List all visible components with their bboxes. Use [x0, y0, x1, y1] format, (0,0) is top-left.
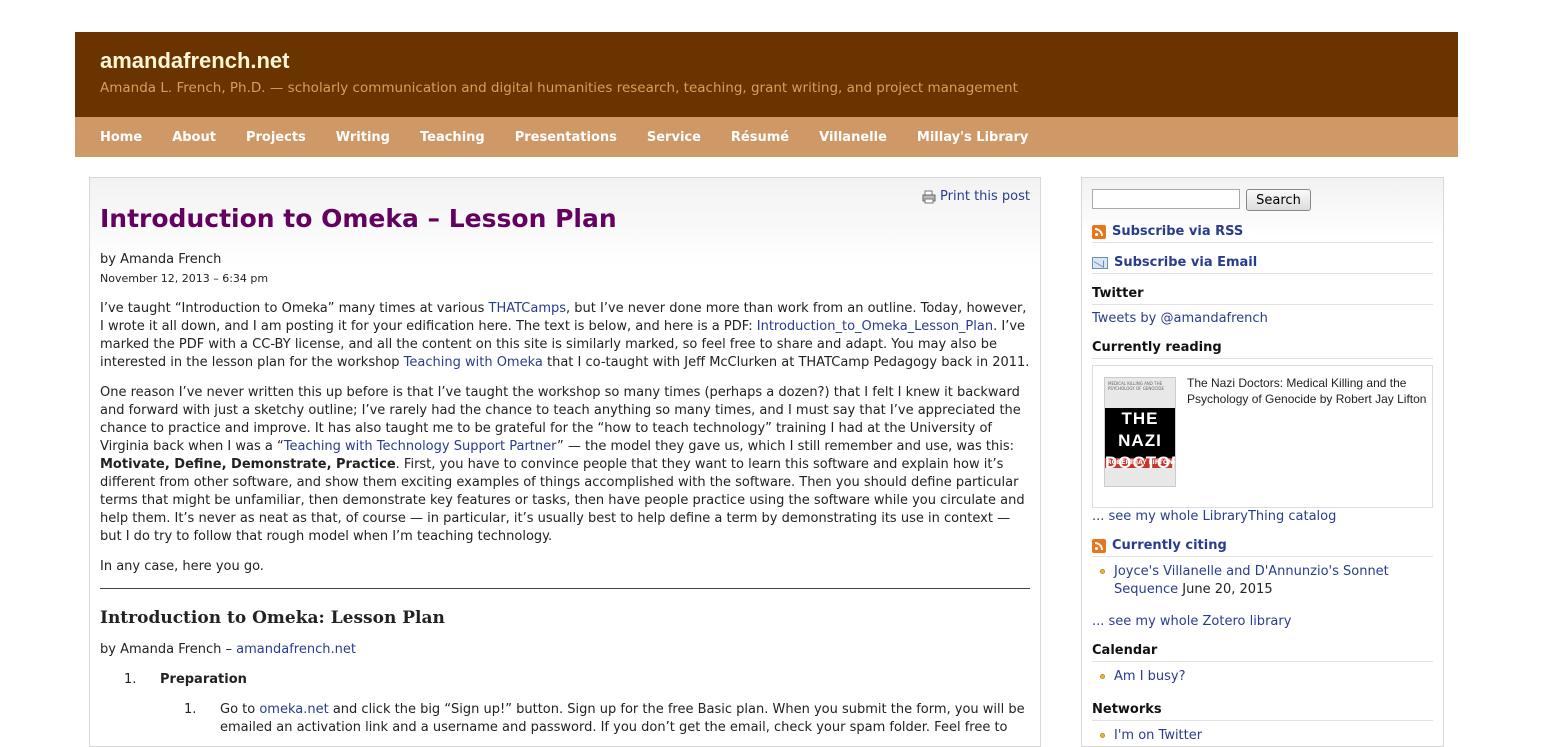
third-paragraph: In any case, here you go.	[100, 559, 264, 574]
citing-item-date: June 20, 2015	[1178, 582, 1273, 597]
lesson-plan-heading: Introduction to Omeka: Lesson Plan	[100, 608, 445, 628]
list-item: Joyce's Villanelle and D'Annunzio's Sonn…	[1092, 563, 1433, 599]
model-bold: Motivate, Define, Demonstrate, Practice	[100, 457, 396, 472]
zotero-row: ... see my whole Zotero library	[1092, 614, 1433, 629]
networks-widget-title: Networks	[1092, 702, 1433, 721]
book-widget: MEDICAL KILLING AND THE PSYCHOLOGY OF GE…	[1092, 365, 1433, 508]
omeka-net-link[interactable]: omeka.net	[259, 702, 328, 717]
nav-writing[interactable]: Writing	[321, 130, 405, 145]
lesson-byline: by Amanda French – amandafrench.net	[100, 641, 1030, 659]
thatcamps-link[interactable]: THATCamps	[489, 301, 567, 316]
book-cover[interactable]: MEDICAL KILLING AND THE PSYCHOLOGY OF GE…	[1104, 377, 1176, 487]
list-number: 1.	[124, 672, 137, 687]
printer-icon	[922, 190, 936, 204]
book-cover-subtitle: MEDICAL KILLING AND THE PSYCHOLOGY OF GE…	[1105, 378, 1175, 408]
list-number: 1.	[184, 702, 197, 717]
twitter-widget-title: Twitter	[1092, 286, 1433, 305]
sidebar: Search Subscribe via RSS Subscribe via E…	[1081, 177, 1444, 747]
print-post-link[interactable]: Print this post	[922, 189, 1030, 204]
list-item: I'm on Twitter	[1092, 727, 1433, 745]
post-container: Print this post Introduction to Omeka – …	[89, 177, 1041, 747]
nav-villanelle[interactable]: Villanelle	[804, 130, 902, 145]
search-button[interactable]: Search	[1246, 189, 1311, 211]
nav-presentations[interactable]: Presentations	[500, 130, 632, 145]
text: that I co-taught with Jeff McClurken at …	[542, 355, 1030, 370]
post-byline: by Amanda French	[100, 252, 222, 267]
list-item: 1. Go to omeka.net and click the big “Si…	[160, 701, 1030, 737]
nav-service[interactable]: Service	[632, 130, 716, 145]
tweets-link[interactable]: Tweets by @amandafrench	[1092, 311, 1268, 326]
site-title[interactable]: amandafrench.net	[100, 48, 290, 74]
print-post-label: Print this post	[940, 189, 1030, 204]
post-date: November 12, 2013 – 6:34 pm	[100, 272, 269, 285]
nav-resume[interactable]: Résumé	[716, 130, 804, 145]
book-cover-author: ROBERT JAY LIFTON	[1105, 458, 1175, 468]
librarything-link[interactable]: ... see my whole LibraryThing catalog	[1092, 509, 1336, 524]
email-icon	[1092, 256, 1108, 269]
subscribe-email-row[interactable]: Subscribe via Email	[1092, 255, 1433, 274]
nav-projects[interactable]: Projects	[231, 130, 321, 145]
intro-paragraph: I’ve taught “Introduction to Omeka” many…	[100, 300, 1030, 372]
reading-widget-title: Currently reading	[1092, 340, 1433, 359]
book-title[interactable]: The Nazi Doctors: Medical Killing and th…	[1187, 375, 1427, 407]
rss-icon	[1092, 224, 1106, 239]
second-paragraph: One reason I’ve never written this up be…	[100, 384, 1030, 546]
pdf-link[interactable]: Introduction_to_Omeka_Lesson_Plan	[757, 319, 993, 334]
currently-citing-row: Currently citing	[1092, 538, 1433, 557]
networks-list-row: I'm on Twitter	[1092, 727, 1433, 745]
teaching-with-omeka-link[interactable]: Teaching with Omeka	[404, 355, 543, 370]
subscribe-rss-link[interactable]: Subscribe via RSS	[1112, 224, 1243, 239]
support-partner-link[interactable]: Teaching with Technology Support Partner	[284, 439, 557, 454]
list-item-label: Preparation	[160, 672, 247, 687]
lesson-list: 1. Preparation 1. Go to omeka.net and cl…	[100, 671, 1030, 737]
citing-list: Joyce's Villanelle and D'Annunzio's Sonn…	[1092, 563, 1433, 599]
rss-icon[interactable]	[1092, 538, 1106, 553]
networks-list: I'm on Twitter	[1092, 727, 1433, 745]
nav-teaching[interactable]: Teaching	[405, 130, 500, 145]
list-item: 1. Preparation 1. Go to omeka.net and cl…	[100, 671, 1030, 737]
amandafrench-link[interactable]: amandafrench.net	[236, 642, 356, 657]
nav-home[interactable]: Home	[85, 130, 157, 145]
site-tagline: Amanda L. French, Ph.D. — scholarly comm…	[100, 80, 1018, 96]
calendar-list-row: Am I busy?	[1092, 668, 1433, 686]
calendar-list: Am I busy?	[1092, 668, 1433, 686]
calendar-link[interactable]: Am I busy?	[1114, 669, 1186, 684]
nav-millays-library[interactable]: Millay's Library	[902, 130, 1044, 145]
main-nav: Home About Projects Writing Teaching Pre…	[75, 117, 1458, 157]
zotero-link[interactable]: ... see my whole Zotero library	[1092, 614, 1291, 629]
text: I’ve taught “Introduction to Omeka” many…	[100, 301, 489, 316]
sub-list: 1. Go to omeka.net and click the big “Si…	[160, 701, 1030, 737]
list-item: Am I busy?	[1092, 668, 1433, 686]
search-input[interactable]	[1092, 189, 1240, 209]
book-cover-title: THE NAZI DOCTORS	[1105, 408, 1175, 472]
librarything-row: ... see my whole LibraryThing catalog	[1092, 509, 1433, 524]
text: and click the big “Sign up!” button. Sig…	[220, 702, 1025, 735]
text: Go to	[220, 702, 260, 717]
twitter-row: Tweets by @amandafrench	[1092, 311, 1433, 326]
post-title[interactable]: Introduction to Omeka – Lesson Plan	[100, 204, 617, 233]
site-header: amandafrench.net Amanda L. French, Ph.D.…	[75, 32, 1458, 117]
currently-citing-link[interactable]: Currently citing	[1112, 538, 1227, 553]
subscribe-email-link[interactable]: Subscribe via Email	[1114, 255, 1257, 270]
nav-about[interactable]: About	[157, 130, 231, 145]
calendar-widget-title: Calendar	[1092, 643, 1433, 662]
post-content: I’ve taught “Introduction to Omeka” many…	[100, 300, 1030, 737]
citing-list-row: Joyce's Villanelle and D'Annunzio's Sonn…	[1092, 563, 1433, 599]
twitter-network-link[interactable]: I'm on Twitter	[1114, 728, 1202, 743]
text: by Amanda French –	[100, 642, 237, 657]
subscribe-rss-row[interactable]: Subscribe via RSS	[1092, 224, 1433, 243]
divider	[100, 588, 1030, 589]
text: ” — the model they gave us, which I stil…	[557, 439, 1014, 454]
